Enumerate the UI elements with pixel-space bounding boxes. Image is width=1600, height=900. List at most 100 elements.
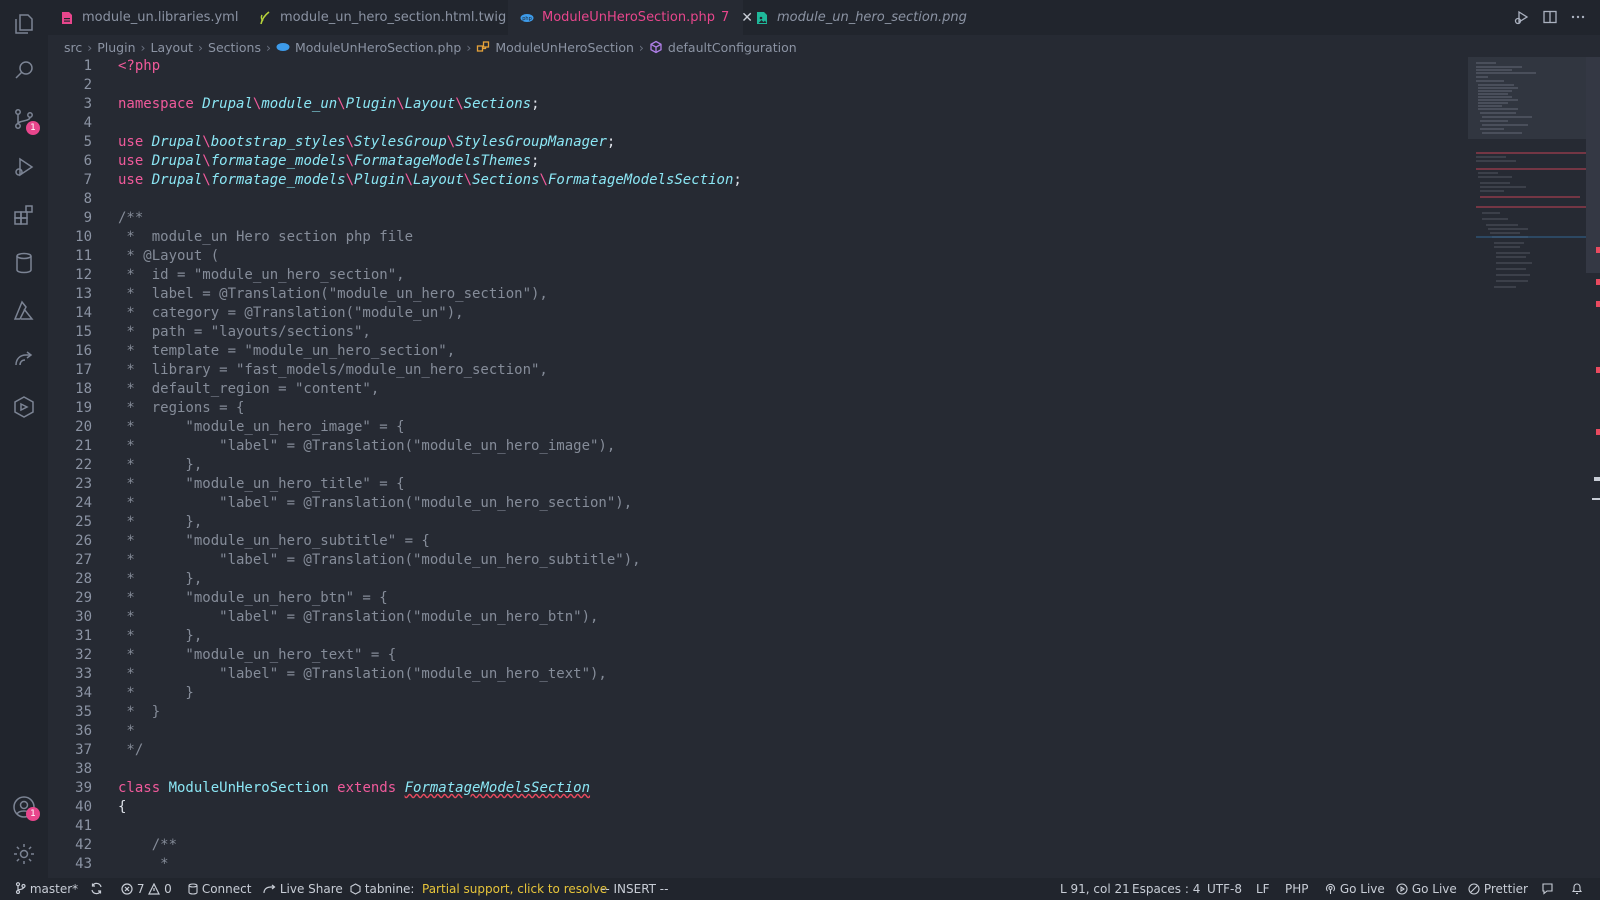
code-token: \	[463, 172, 473, 188]
code-token: \	[455, 96, 464, 112]
tab-libraries-yml[interactable]: module_un.libraries.yml	[48, 0, 246, 35]
code-text: * module_un Hero section php file	[118, 228, 413, 247]
go-live-button[interactable]: Go Live	[1325, 878, 1385, 900]
code-text: * @Layout (	[118, 247, 219, 266]
code-token: <?php	[118, 58, 161, 74]
chevron-right-icon: ›	[638, 39, 644, 55]
explorer-icon[interactable]	[12, 12, 36, 36]
line-number: 36	[75, 723, 92, 739]
go-live-label: Go Live	[1339, 882, 1385, 896]
breadcrumb-item[interactable]: ModuleUnHeroSection.php	[295, 40, 461, 55]
cube-icon[interactable]	[12, 395, 36, 419]
breadcrumb-item[interactable]: src	[64, 40, 82, 55]
code-text: * "module_un_hero_title" = {	[118, 475, 405, 494]
extensions-icon[interactable]	[12, 203, 36, 227]
code-text: * "label" = @Translation("module_un_hero…	[118, 494, 632, 513]
code-token: * path = "layouts/sections",	[118, 324, 371, 340]
line-number: 2	[83, 77, 92, 93]
code-text: {	[118, 798, 126, 817]
code-token: Drupal	[151, 172, 203, 188]
breadcrumb-item[interactable]: Plugin	[97, 40, 135, 55]
tab-twig[interactable]: module_un_hero_section.html.twig	[246, 0, 508, 35]
vertical-scrollbar[interactable]	[1586, 57, 1600, 878]
code-text: * },	[118, 570, 202, 589]
editor-actions	[1514, 9, 1586, 25]
breadcrumb-item[interactable]: defaultConfiguration	[668, 40, 797, 55]
chevron-right-icon: ›	[140, 39, 146, 55]
breadcrumb-item[interactable]: Sections	[208, 40, 261, 55]
cursor-position[interactable]: L 91, col 21	[1060, 878, 1130, 900]
tab-php-active[interactable]: php ModuleUnHeroSection.php 7 ✕	[508, 0, 753, 35]
live-share-button[interactable]: Live Share	[263, 878, 343, 900]
more-actions-icon[interactable]	[1570, 9, 1586, 25]
line-number: 25	[75, 514, 92, 530]
code-token: ;	[531, 153, 540, 169]
encoding[interactable]: UTF-8	[1207, 878, 1242, 900]
code-token: * default_region = "content",	[118, 381, 380, 397]
branch-indicator[interactable]: master*	[15, 878, 78, 900]
code-text: */	[118, 741, 143, 760]
database-icon[interactable]	[12, 251, 36, 275]
breadcrumb-item[interactable]: Layout	[151, 40, 194, 55]
warning-count: 0	[164, 882, 172, 896]
code-token: ;	[531, 96, 540, 112]
code-token: FormatageModelsSection	[404, 780, 591, 796]
code-text: /**	[118, 836, 177, 855]
line-number: 37	[75, 742, 92, 758]
partial-support-link[interactable]: Partial support, click to resolve	[422, 878, 607, 900]
editor-tab-bar: module_un.libraries.yml module_un_hero_s…	[48, 0, 1600, 35]
code-text: * },	[118, 513, 202, 532]
source-control-badge: 1	[26, 121, 40, 135]
line-endings[interactable]: LF	[1256, 878, 1270, 900]
breadcrumb: src › Plugin › Layout › Sections › Modul…	[64, 37, 797, 57]
notifications-bell-icon[interactable]	[1571, 878, 1583, 900]
code-token: \	[345, 134, 355, 150]
sync-icon[interactable]	[90, 878, 103, 900]
code-text: * "module_un_hero_btn" = {	[118, 589, 388, 608]
code-editor[interactable]: 1 <?php 2 3 namespace Drupal\module_un\Plugi…	[48, 57, 1468, 878]
line-number: 6	[83, 153, 92, 169]
gear-icon[interactable]	[12, 842, 36, 866]
code-text: * path = "layouts/sections",	[118, 323, 371, 342]
feedback-icon[interactable]	[1541, 878, 1554, 900]
live-share-icon[interactable]	[12, 347, 36, 371]
code-token: {	[118, 799, 127, 815]
language-mode[interactable]: PHP	[1285, 878, 1309, 900]
code-token: Plugin	[354, 172, 405, 188]
code-token: \	[202, 134, 211, 150]
code-text: * template = "module_un_hero_section",	[118, 342, 455, 361]
connect-button[interactable]: Connect	[188, 878, 251, 900]
code-text: *	[118, 722, 134, 741]
breadcrumb-item[interactable]: ModuleUnHeroSection	[495, 40, 634, 55]
line-number: 3	[83, 96, 92, 112]
indentation[interactable]: Espaces : 4	[1132, 878, 1200, 900]
tabnine-status[interactable]: tabnine:	[350, 878, 414, 900]
go-live-label: Go Live	[1411, 882, 1457, 896]
code-token: \	[337, 96, 346, 112]
code-token: Sections	[472, 172, 540, 188]
line-number: 30	[75, 609, 92, 625]
search-icon[interactable]	[12, 58, 36, 82]
code-token: * "module_un_hero_title" = {	[118, 476, 405, 492]
code-token: * "label" = @Translation("module_un_hero…	[118, 438, 616, 454]
code-token: * "label" = @Translation("module_un_hero…	[118, 609, 599, 625]
code-token: \	[202, 172, 211, 188]
minimap[interactable]	[1468, 57, 1586, 357]
go-live-button-2[interactable]: Go Live	[1396, 878, 1457, 900]
code-token: * "module_un_hero_image" = {	[118, 419, 405, 435]
code-token: * "module_un_hero_btn" = {	[118, 590, 388, 606]
line-number: 14	[75, 305, 92, 321]
split-editor-icon[interactable]	[1542, 9, 1558, 25]
code-token: use	[118, 134, 152, 150]
run-debug-icon[interactable]	[12, 155, 36, 179]
tabnine-label: tabnine:	[364, 882, 415, 896]
line-number: 24	[75, 495, 92, 511]
problems-indicator[interactable]: 7 0	[121, 878, 172, 900]
line-number: 41	[75, 818, 92, 834]
tab-png[interactable]: module_un_hero_section.png	[743, 0, 967, 35]
prettier-button[interactable]: Prettier	[1468, 878, 1528, 900]
prettier-icon	[1468, 883, 1480, 895]
code-token: * @Layout (	[118, 248, 220, 264]
azure-icon[interactable]	[12, 299, 36, 323]
run-icon[interactable]	[1514, 9, 1530, 25]
